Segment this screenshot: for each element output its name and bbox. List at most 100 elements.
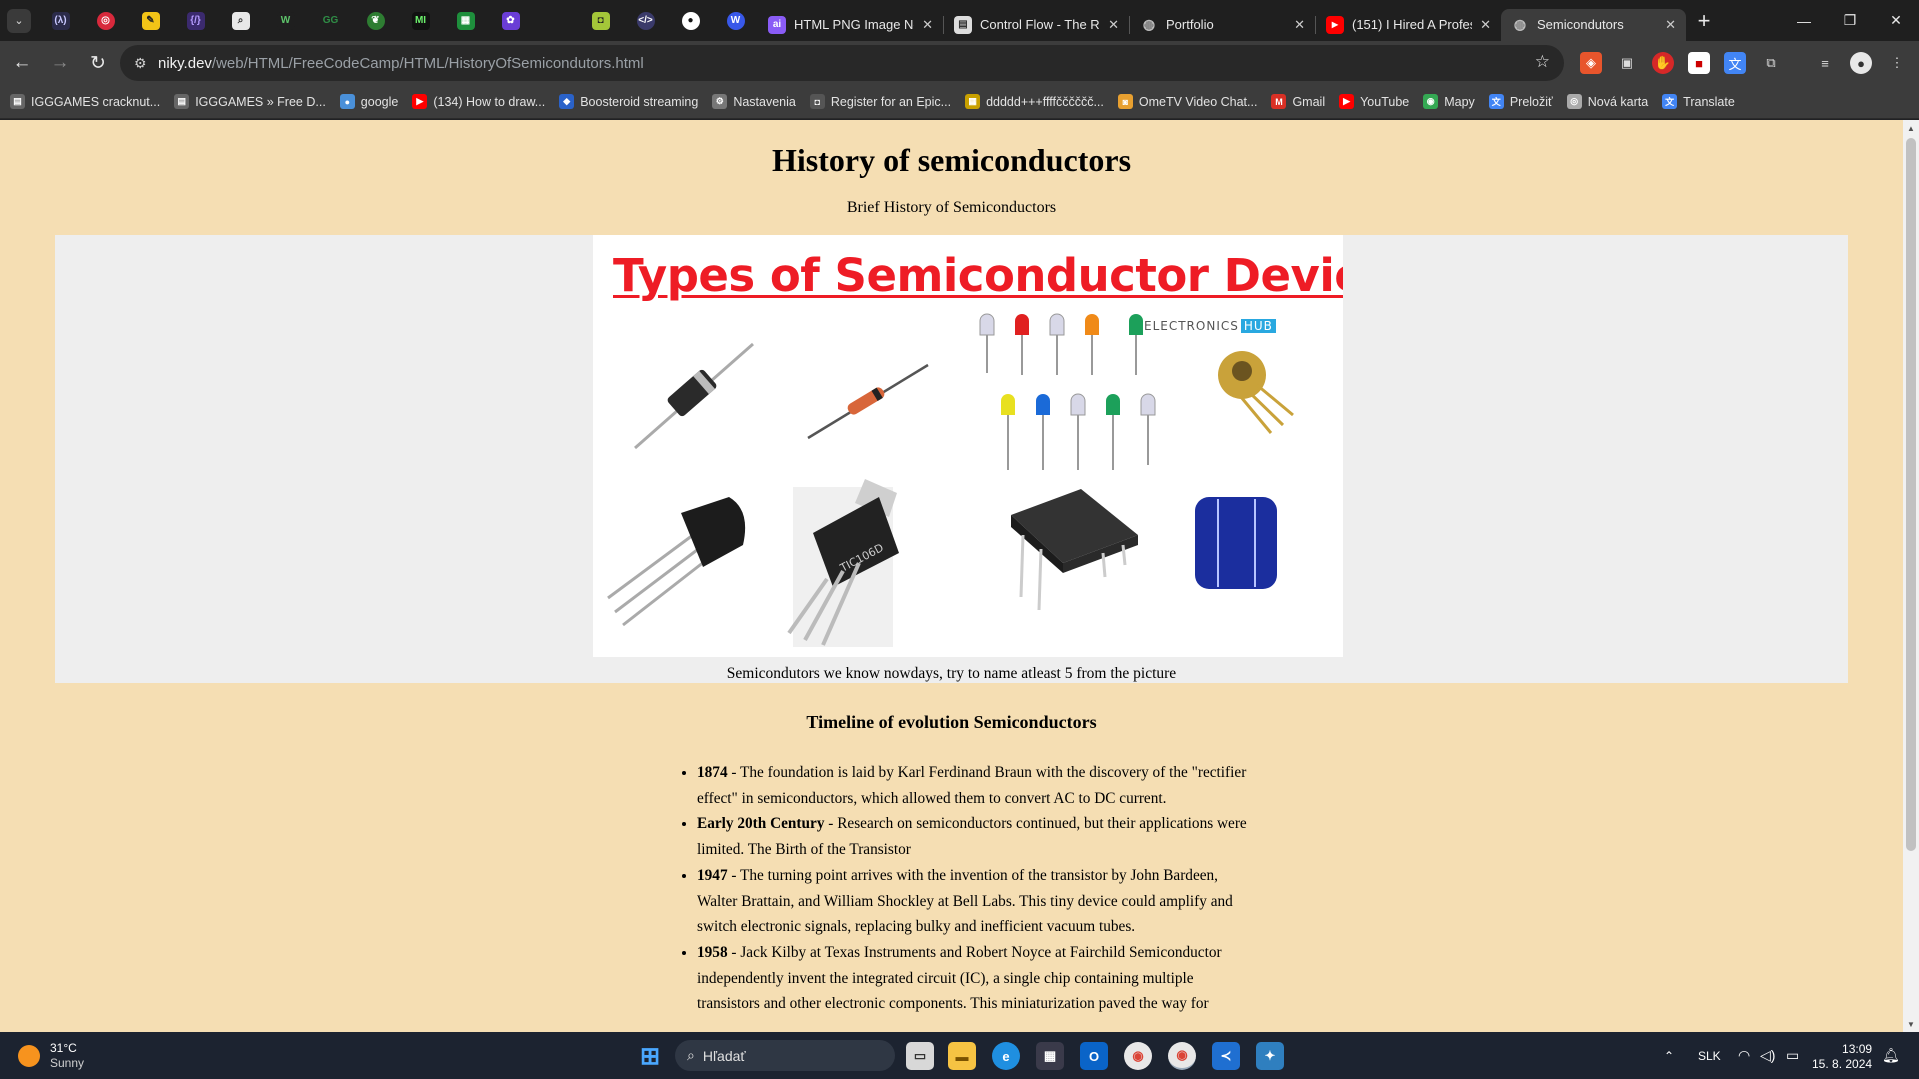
battery-icon[interactable]: ▭ <box>1786 1032 1799 1079</box>
app-icon[interactable]: ✦ <box>1256 1042 1284 1070</box>
close-icon[interactable]: ✕ <box>922 17 933 33</box>
taskbar-search[interactable]: ⌕ Hľadať <box>675 1040 895 1071</box>
bookmark-item[interactable]: ▤ IGGGAMES cracknut... <box>10 94 160 109</box>
minimize-button[interactable]: — <box>1781 0 1827 41</box>
bookmark-item[interactable]: ▶ YouTube <box>1339 94 1409 109</box>
bookmark-label: Mapy <box>1444 94 1475 109</box>
bookmark-item[interactable]: ◉ Mapy <box>1423 94 1475 109</box>
outlook-icon[interactable]: O <box>1080 1042 1108 1070</box>
bookmark-item[interactable]: ● google <box>339 94 399 109</box>
extension-icon[interactable]: ■ <box>1688 52 1710 74</box>
site-info-icon[interactable]: ⚙ <box>134 55 158 72</box>
tab-portfolio[interactable]: ◍ Portfolio ✕ <box>1130 9 1315 41</box>
tray-overflow-icon[interactable]: ⌃ <box>1664 1032 1674 1079</box>
bookmark-item[interactable]: ◆ Boosteroid streaming <box>559 94 698 109</box>
pinned-tab[interactable] <box>533 0 578 41</box>
pinned-tab[interactable]: MI <box>398 0 443 41</box>
pinned-tab[interactable]: ▦ <box>443 0 488 41</box>
bookmark-label: (134) How to draw... <box>433 94 546 109</box>
profile-avatar[interactable]: ● <box>1850 52 1872 74</box>
bookmarks-bar: ▤ IGGGAMES cracknut... ▤ IGGGAMES » Free D.… <box>0 85 1919 119</box>
bookmark-label: Register for an Epic... <box>830 94 952 109</box>
restore-button[interactable]: ❐ <box>1827 0 1873 41</box>
volume-icon[interactable]: ◁) <box>1760 1032 1775 1079</box>
notification-bell-icon[interactable]: 🔔︎ <box>1882 1032 1900 1079</box>
translate-icon[interactable]: 文 <box>1724 52 1746 74</box>
pinned-tab[interactable]: ◘ <box>578 0 623 41</box>
tab-strip: ⌄ (λ) ◎ ✎ {/} ⌕ W GG ❦ MI ▦ ✿ ◘ </> ● W … <box>0 0 1919 41</box>
bookmark-item[interactable]: ▶ (134) How to draw... <box>412 94 545 109</box>
scroll-up-arrow-icon[interactable]: ▲ <box>1903 120 1919 136</box>
file-explorer-icon[interactable]: ▬ <box>948 1042 976 1070</box>
media-icon[interactable]: ≡ <box>1814 52 1836 74</box>
bookmark-item[interactable]: 文 Preložiť <box>1488 94 1553 109</box>
pinned-tab[interactable]: ❦ <box>353 0 398 41</box>
pinned-tab[interactable]: (λ) <box>38 0 83 41</box>
wifi-icon[interactable]: ◠ <box>1738 1032 1750 1079</box>
pinned-tab[interactable]: </> <box>623 0 668 41</box>
back-button[interactable]: ← <box>4 45 40 81</box>
close-icon[interactable]: ✕ <box>1294 17 1305 33</box>
tab-control-flow[interactable]: ▤ Control Flow - The Ru ✕ <box>944 9 1129 41</box>
page-scrollbar[interactable]: ▲ ▼ <box>1903 120 1919 1032</box>
chrome-icon[interactable]: ◉ <box>1124 1042 1152 1070</box>
task-view-icon[interactable]: ▭ <box>906 1042 934 1070</box>
pinned-tab[interactable]: W <box>713 0 758 41</box>
extension-icon[interactable]: ✋ <box>1652 52 1674 74</box>
window-icon[interactable]: ▣ <box>1616 52 1638 74</box>
close-icon[interactable]: ✕ <box>1480 17 1491 33</box>
mi-icon: MI <box>411 11 430 30</box>
calculator-icon: ▦ <box>456 11 475 30</box>
bookmark-item[interactable]: M Gmail <box>1271 94 1325 109</box>
new-tab-button[interactable]: + <box>1686 0 1722 41</box>
bookmark-item[interactable]: ⚙ Nastavenia <box>712 94 796 109</box>
gmail-icon: M <box>1271 94 1287 109</box>
extensions-puzzle-icon[interactable]: ⧉ <box>1760 52 1782 74</box>
translate-icon: 文 <box>1662 94 1678 109</box>
timeline-item: 1947 - The turning point arrives with th… <box>697 863 1257 940</box>
pinned-tab[interactable]: W <box>263 0 308 41</box>
pinned-tab[interactable]: {/} <box>173 0 218 41</box>
extension-icon[interactable]: ◈ <box>1580 52 1602 74</box>
forward-button[interactable]: → <box>42 45 78 81</box>
pinned-tab[interactable]: ✎ <box>128 0 173 41</box>
bookmark-item[interactable]: ▤ IGGGAMES » Free D... <box>174 94 326 109</box>
bookmark-label: IGGGAMES cracknut... <box>31 94 161 109</box>
bookmark-item[interactable]: ◘ Register for an Epic... <box>809 94 952 109</box>
store-icon[interactable]: ▦ <box>1036 1042 1064 1070</box>
chrome-active-icon[interactable]: ◉ <box>1168 1042 1196 1070</box>
bookmark-item[interactable]: ▦ ddddd+++ffffčččččč... <box>965 94 1104 109</box>
pinned-tab[interactable]: ✿ <box>488 0 533 41</box>
pinned-tab[interactable]: ● <box>668 0 713 41</box>
bookmark-star-icon[interactable]: ☆ <box>1535 52 1550 72</box>
tab-semicondutors[interactable]: ◍ Semicondutors ✕ <box>1501 8 1686 41</box>
bookmark-label: Nastavenia <box>733 94 796 109</box>
weather-widget[interactable]: 31°C Sunny <box>18 1041 84 1071</box>
bookmark-item[interactable]: ◎ Nová karta <box>1566 94 1648 109</box>
bookmark-label: google <box>360 94 399 109</box>
vscode-icon[interactable]: ≺ <box>1212 1042 1240 1070</box>
image-heading: Types of Semiconductor Devices <box>613 249 1343 302</box>
tab-html-png[interactable]: ai HTML PNG Image No ✕ <box>758 9 943 41</box>
clock[interactable]: 13:09 15. 8. 2024 <box>1812 1042 1872 1072</box>
pinned-tab[interactable]: GG <box>308 0 353 41</box>
windows-start-icon[interactable]: ⊞ <box>636 1042 664 1070</box>
timeline-heading: Timeline of evolution Semiconductors <box>806 712 1097 732</box>
tab-youtube[interactable]: ▶ (151) I Hired A Profes ✕ <box>1316 9 1501 41</box>
tab-search-button[interactable]: ⌄ <box>0 0 38 41</box>
more-menu-icon[interactable]: ⋮ <box>1886 52 1908 74</box>
scroll-down-arrow-icon[interactable]: ▼ <box>1903 1016 1919 1032</box>
edge-icon[interactable]: e <box>992 1042 1020 1070</box>
timeline-text: - The turning point arrives with the inv… <box>697 866 1233 936</box>
scrollbar-thumb[interactable] <box>1906 138 1916 851</box>
address-bar[interactable]: ⚙ niky.dev/web/HTML/FreeCodeCamp/HTML/Hi… <box>120 45 1564 81</box>
close-icon[interactable]: ✕ <box>1665 17 1676 33</box>
language-indicator[interactable]: SLK <box>1698 1032 1721 1079</box>
close-icon[interactable]: ✕ <box>1108 17 1119 33</box>
close-window-button[interactable]: ✕ <box>1873 0 1919 41</box>
bookmark-item[interactable]: 文 Translate <box>1662 94 1735 109</box>
bookmark-item[interactable]: ◙ OmeTV Video Chat... <box>1117 94 1257 109</box>
pinned-tab[interactable]: ◎ <box>83 0 128 41</box>
reload-button[interactable]: ↻ <box>80 45 116 81</box>
pinned-tab[interactable]: ⌕ <box>218 0 263 41</box>
